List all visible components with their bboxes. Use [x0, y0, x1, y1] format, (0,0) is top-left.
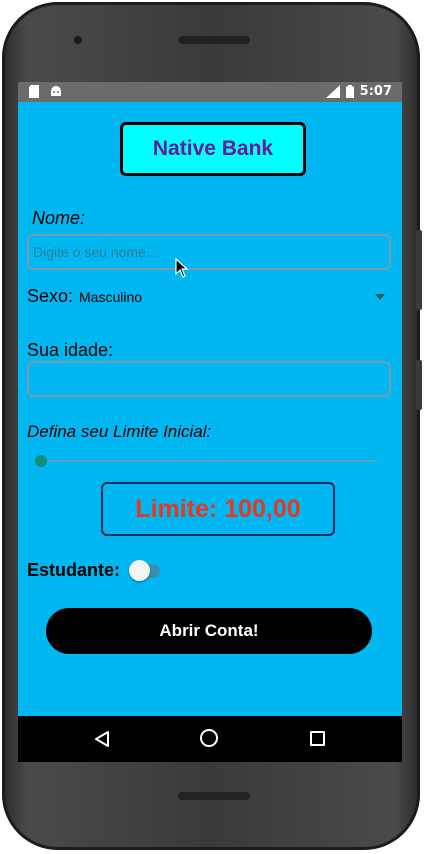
limit-display: Limite: 100,00: [101, 482, 335, 536]
dropdown-arrow-icon: [375, 294, 385, 300]
bottom-speaker: [178, 792, 250, 800]
volume-button[interactable]: [416, 230, 422, 310]
name-input[interactable]: [27, 234, 391, 270]
limit-label: Defina seu Limite Inicial:: [27, 422, 212, 441]
sex-selected-value: Masculino: [79, 289, 143, 305]
switch-thumb[interactable]: [129, 560, 150, 581]
age-input[interactable]: [27, 361, 391, 397]
navigation-bar: [18, 716, 402, 762]
lte-signal-icon: [325, 85, 340, 98]
earpiece-speaker: [178, 36, 250, 44]
slider-track[interactable]: [40, 460, 378, 462]
android-icon: [51, 86, 61, 96]
status-bar: 5:07: [18, 82, 402, 102]
app-screen: 5:07 Native Bank Nome: Sexo: Masculino S…: [18, 82, 402, 762]
sex-select[interactable]: Sexo: Masculino: [27, 286, 391, 310]
clock: 5:07: [359, 84, 392, 99]
app-title: Native Bank: [120, 122, 306, 176]
open-account-button[interactable]: Abrir Conta!: [46, 608, 372, 654]
mouse-cursor-icon: [175, 258, 189, 278]
home-icon[interactable]: [200, 729, 218, 747]
front-camera: [74, 36, 82, 44]
slider-thumb[interactable]: [35, 455, 47, 467]
power-button[interactable]: [416, 360, 422, 410]
recents-icon[interactable]: [310, 731, 325, 746]
sd-card-icon: [29, 85, 39, 98]
student-label: Estudante:: [27, 560, 121, 580]
age-label: Sua idade:: [27, 340, 114, 360]
battery-icon: [345, 85, 354, 98]
sex-label: Sexo:: [27, 286, 74, 306]
name-label: Nome:: [32, 208, 86, 228]
back-icon[interactable]: [94, 730, 110, 748]
